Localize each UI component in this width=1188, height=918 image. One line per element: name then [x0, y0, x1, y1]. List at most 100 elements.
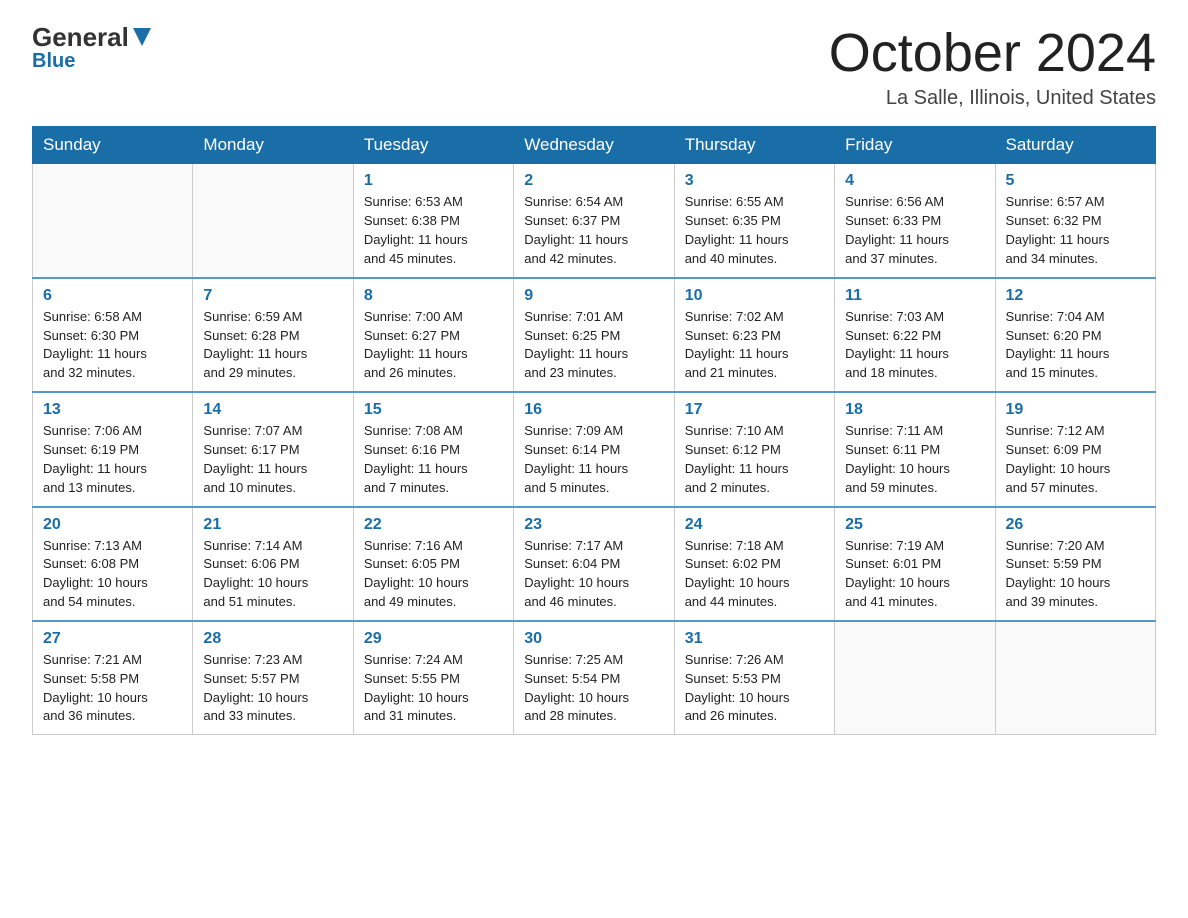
- day-number: 2: [524, 172, 663, 190]
- location-subtitle: La Salle, Illinois, United States: [829, 87, 1156, 110]
- day-number: 27: [43, 630, 182, 648]
- day-info: Sunrise: 7:21 AM Sunset: 5:58 PM Dayligh…: [43, 651, 182, 726]
- day-number: 21: [203, 516, 342, 534]
- day-info: Sunrise: 6:54 AM Sunset: 6:37 PM Dayligh…: [524, 193, 663, 268]
- calendar-day-cell: 28Sunrise: 7:23 AM Sunset: 5:57 PM Dayli…: [193, 621, 353, 735]
- day-number: 28: [203, 630, 342, 648]
- calendar-day-cell: 23Sunrise: 7:17 AM Sunset: 6:04 PM Dayli…: [514, 507, 674, 621]
- day-info: Sunrise: 6:55 AM Sunset: 6:35 PM Dayligh…: [685, 193, 824, 268]
- day-info: Sunrise: 6:56 AM Sunset: 6:33 PM Dayligh…: [845, 193, 984, 268]
- calendar-day-cell: 21 Sunrise: 7:14 AM Sunset: 6:06 PM Dayli…: [193, 507, 353, 621]
- day-number: 3: [685, 172, 824, 190]
- day-info: Sunrise: 7:08 AM Sunset: 6:16 PM Dayligh…: [364, 422, 503, 497]
- calendar-day-cell: 18Sunrise: 7:11 AM Sunset: 6:11 PM Dayli…: [835, 392, 995, 506]
- day-info: Sunrise: 6:53 AM Sunset: 6:38 PM Dayligh…: [364, 193, 503, 268]
- day-number: 17: [685, 401, 824, 419]
- day-number: 11: [845, 287, 984, 305]
- day-info: Sunrise: 7:07 AM Sunset: 6:17 PM Dayligh…: [203, 422, 342, 497]
- day-info: Sunrise: 7:01 AM Sunset: 6:25 PM Dayligh…: [524, 308, 663, 383]
- day-header-monday: Monday: [193, 127, 353, 164]
- calendar-week-row: 6Sunrise: 6:58 AM Sunset: 6:30 PM Daylig…: [33, 278, 1156, 392]
- day-info: Sunrise: 7:00 AM Sunset: 6:27 PM Dayligh…: [364, 308, 503, 383]
- day-info: Sunrise: 7:06 AM Sunset: 6:19 PM Dayligh…: [43, 422, 182, 497]
- day-number: 5: [1006, 172, 1145, 190]
- day-number: 31: [685, 630, 824, 648]
- day-number: 26: [1006, 516, 1145, 534]
- calendar-table: SundayMondayTuesdayWednesdayThursdayFrid…: [32, 126, 1156, 735]
- day-number: 23: [524, 516, 663, 534]
- day-number: 13: [43, 401, 182, 419]
- calendar-week-row: 13 Sunrise: 7:06 AM Sunset: 6:19 PM Dayli…: [33, 392, 1156, 506]
- day-info: Sunrise: 7:02 AM Sunset: 6:23 PM Dayligh…: [685, 308, 824, 383]
- day-info: Sunrise: 7:10 AM Sunset: 6:12 PM Dayligh…: [685, 422, 824, 497]
- day-number: 29: [364, 630, 503, 648]
- day-info: Sunrise: 7:26 AM Sunset: 5:53 PM Dayligh…: [685, 651, 824, 726]
- calendar-day-cell: 29 Sunrise: 7:24 AM Sunset: 5:55 PM Dayli…: [353, 621, 513, 735]
- calendar-day-cell: 22 Sunrise: 7:16 AM Sunset: 6:05 PM Dayli…: [353, 507, 513, 621]
- day-info: Sunrise: 7:16 AM Sunset: 6:05 PM Dayligh…: [364, 537, 503, 612]
- title-block: October 2024 La Salle, Illinois, United …: [829, 24, 1156, 110]
- calendar-day-cell: 26 Sunrise: 7:20 AM Sunset: 5:59 PM Dayli…: [995, 507, 1155, 621]
- day-header-saturday: Saturday: [995, 127, 1155, 164]
- day-info: Sunrise: 7:25 AM Sunset: 5:54 PM Dayligh…: [524, 651, 663, 726]
- day-number: 8: [364, 287, 503, 305]
- calendar-day-cell: 30 Sunrise: 7:25 AM Sunset: 5:54 PM Dayli…: [514, 621, 674, 735]
- day-number: 24: [685, 516, 824, 534]
- calendar-day-cell: [835, 621, 995, 735]
- day-number: 18: [845, 401, 984, 419]
- day-info: Sunrise: 7:19 AM Sunset: 6:01 PM Dayligh…: [845, 537, 984, 612]
- day-info: Sunrise: 7:03 AM Sunset: 6:22 PM Dayligh…: [845, 308, 984, 383]
- day-number: 20: [43, 516, 182, 534]
- calendar-week-row: 20 Sunrise: 7:13 AM Sunset: 6:08 PM Dayli…: [33, 507, 1156, 621]
- calendar-day-cell: 14 Sunrise: 7:07 AM Sunset: 6:17 PM Dayli…: [193, 392, 353, 506]
- calendar-day-cell: 6Sunrise: 6:58 AM Sunset: 6:30 PM Daylig…: [33, 278, 193, 392]
- day-info: Sunrise: 6:59 AM Sunset: 6:28 PM Dayligh…: [203, 308, 342, 383]
- calendar-day-cell: 27 Sunrise: 7:21 AM Sunset: 5:58 PM Dayli…: [33, 621, 193, 735]
- day-number: 10: [685, 287, 824, 305]
- calendar-day-cell: 8 Sunrise: 7:00 AM Sunset: 6:27 PM Daylig…: [353, 278, 513, 392]
- day-info: Sunrise: 7:14 AM Sunset: 6:06 PM Dayligh…: [203, 537, 342, 612]
- day-number: 4: [845, 172, 984, 190]
- day-header-tuesday: Tuesday: [353, 127, 513, 164]
- day-number: 14: [203, 401, 342, 419]
- calendar-day-cell: 2 Sunrise: 6:54 AM Sunset: 6:37 PM Daylig…: [514, 164, 674, 278]
- day-info: Sunrise: 7:13 AM Sunset: 6:08 PM Dayligh…: [43, 537, 182, 612]
- day-number: 30: [524, 630, 663, 648]
- day-header-thursday: Thursday: [674, 127, 834, 164]
- calendar-day-cell: 10 Sunrise: 7:02 AM Sunset: 6:23 PM Dayli…: [674, 278, 834, 392]
- calendar-day-cell: 17 Sunrise: 7:10 AM Sunset: 6:12 PM Dayli…: [674, 392, 834, 506]
- day-number: 9: [524, 287, 663, 305]
- calendar-day-cell: 4 Sunrise: 6:56 AM Sunset: 6:33 PM Daylig…: [835, 164, 995, 278]
- calendar-day-cell: [193, 164, 353, 278]
- day-info: Sunrise: 7:12 AM Sunset: 6:09 PM Dayligh…: [1006, 422, 1145, 497]
- logo: General Blue: [32, 24, 153, 73]
- calendar-header-row: SundayMondayTuesdayWednesdayThursdayFrid…: [33, 127, 1156, 164]
- calendar-day-cell: 12Sunrise: 7:04 AM Sunset: 6:20 PM Dayli…: [995, 278, 1155, 392]
- day-number: 7: [203, 287, 342, 305]
- day-number: 16: [524, 401, 663, 419]
- day-header-sunday: Sunday: [33, 127, 193, 164]
- calendar-day-cell: 9 Sunrise: 7:01 AM Sunset: 6:25 PM Daylig…: [514, 278, 674, 392]
- day-number: 1: [364, 172, 503, 190]
- day-info: Sunrise: 7:18 AM Sunset: 6:02 PM Dayligh…: [685, 537, 824, 612]
- calendar-day-cell: 16Sunrise: 7:09 AM Sunset: 6:14 PM Dayli…: [514, 392, 674, 506]
- logo-blue-text: Blue: [32, 50, 75, 73]
- day-header-friday: Friday: [835, 127, 995, 164]
- day-info: Sunrise: 7:24 AM Sunset: 5:55 PM Dayligh…: [364, 651, 503, 726]
- day-info: Sunrise: 7:04 AM Sunset: 6:20 PM Dayligh…: [1006, 308, 1145, 383]
- day-info: Sunrise: 7:20 AM Sunset: 5:59 PM Dayligh…: [1006, 537, 1145, 612]
- calendar-day-cell: [995, 621, 1155, 735]
- day-number: 19: [1006, 401, 1145, 419]
- calendar-day-cell: 7 Sunrise: 6:59 AM Sunset: 6:28 PM Daylig…: [193, 278, 353, 392]
- day-number: 25: [845, 516, 984, 534]
- day-number: 22: [364, 516, 503, 534]
- calendar-day-cell: 13 Sunrise: 7:06 AM Sunset: 6:19 PM Dayli…: [33, 392, 193, 506]
- calendar-day-cell: 5Sunrise: 6:57 AM Sunset: 6:32 PM Daylig…: [995, 164, 1155, 278]
- calendar-day-cell: 11 Sunrise: 7:03 AM Sunset: 6:22 PM Dayli…: [835, 278, 995, 392]
- calendar-day-cell: 20 Sunrise: 7:13 AM Sunset: 6:08 PM Dayli…: [33, 507, 193, 621]
- calendar-day-cell: 31 Sunrise: 7:26 AM Sunset: 5:53 PM Dayli…: [674, 621, 834, 735]
- calendar-day-cell: 3 Sunrise: 6:55 AM Sunset: 6:35 PM Daylig…: [674, 164, 834, 278]
- logo-general-text: General: [32, 24, 129, 50]
- calendar-day-cell: 1 Sunrise: 6:53 AM Sunset: 6:38 PM Daylig…: [353, 164, 513, 278]
- logo-triangle-icon: [131, 26, 153, 48]
